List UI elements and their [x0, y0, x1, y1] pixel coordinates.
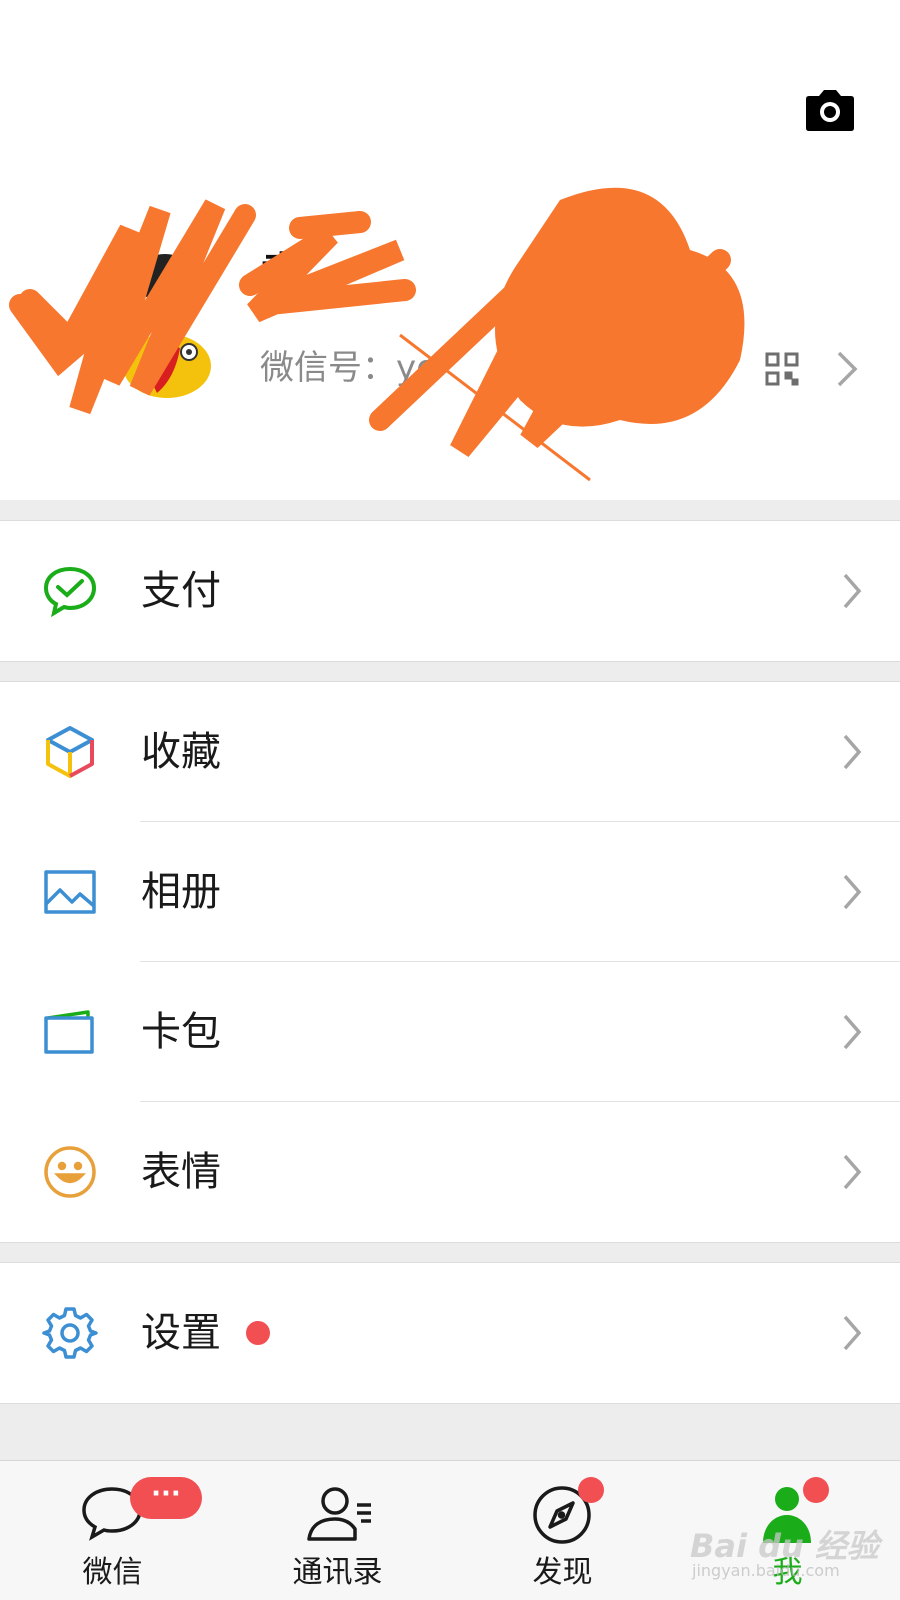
- profile-header[interactable]: 袁 微信号：yo: [0, 0, 900, 500]
- stickers-smiley-icon: [42, 1144, 98, 1200]
- menu-label-stickers: 表情: [141, 1149, 221, 1195]
- qr-code-icon[interactable]: [765, 352, 799, 386]
- tab-chats[interactable]: ··· 微信: [0, 1461, 225, 1600]
- menu-label-pay: 支付: [141, 568, 221, 614]
- menu-item-card-wallet[interactable]: 卡包: [0, 962, 900, 1102]
- tab-label-discover: 发现: [532, 1555, 593, 1590]
- card-wallet-icon: [42, 1004, 98, 1060]
- wechat-id: 微信号：yo: [260, 340, 437, 389]
- avatar[interactable]: [105, 238, 225, 398]
- chats-unread-badge: ···: [130, 1477, 202, 1519]
- tab-label-chats: 微信: [82, 1555, 143, 1590]
- favorites-cube-icon: [42, 724, 98, 780]
- watermark-url: jingyan.baidu.com: [692, 1561, 840, 1580]
- contacts-person-icon: [305, 1483, 375, 1547]
- wechat-id-value: yo: [396, 348, 437, 388]
- wechat-id-label: 微信号：: [260, 348, 396, 388]
- menu-label-album: 相册: [141, 869, 221, 915]
- menu-group-settings: 设置: [0, 1262, 900, 1404]
- chevron-right-icon: [842, 1153, 862, 1191]
- menu-item-album[interactable]: 相册: [0, 822, 900, 962]
- me-notification-dot: [803, 1477, 829, 1503]
- settings-notification-dot: [246, 1321, 270, 1345]
- tab-discover[interactable]: 发现: [450, 1461, 675, 1600]
- camera-icon[interactable]: [805, 88, 855, 132]
- settings-gear-icon: [42, 1305, 98, 1361]
- menu-item-pay[interactable]: 支付: [0, 521, 900, 661]
- menu-group-pay: 支付: [0, 520, 900, 662]
- chevron-right-icon: [842, 1013, 862, 1051]
- menu-item-settings[interactable]: 设置: [0, 1263, 900, 1403]
- discover-notification-dot: [578, 1477, 604, 1503]
- bottom-tab-bar: ··· 微信 通讯录 发现 我 Bai du 经验 jingyan.baidu.…: [0, 1460, 900, 1600]
- chevron-right-icon: [842, 733, 862, 771]
- chevron-right-icon: [842, 572, 862, 610]
- profile-chevron-right-icon: [836, 350, 858, 388]
- tab-label-contacts: 通讯录: [292, 1555, 383, 1590]
- chevron-right-icon: [842, 1314, 862, 1352]
- menu-group-main: 收藏 相册 卡包 表情: [0, 681, 900, 1243]
- tab-contacts[interactable]: 通讯录: [225, 1461, 450, 1600]
- menu-label-card-wallet: 卡包: [141, 1009, 221, 1055]
- menu-label-favorites: 收藏: [141, 729, 221, 775]
- chevron-right-icon: [842, 873, 862, 911]
- album-photo-icon: [42, 864, 98, 920]
- pay-icon: [42, 563, 98, 619]
- profile-name: 袁: [260, 249, 304, 300]
- menu-item-favorites[interactable]: 收藏: [0, 682, 900, 822]
- menu-label-settings: 设置: [141, 1310, 221, 1356]
- menu-item-stickers[interactable]: 表情: [0, 1102, 900, 1242]
